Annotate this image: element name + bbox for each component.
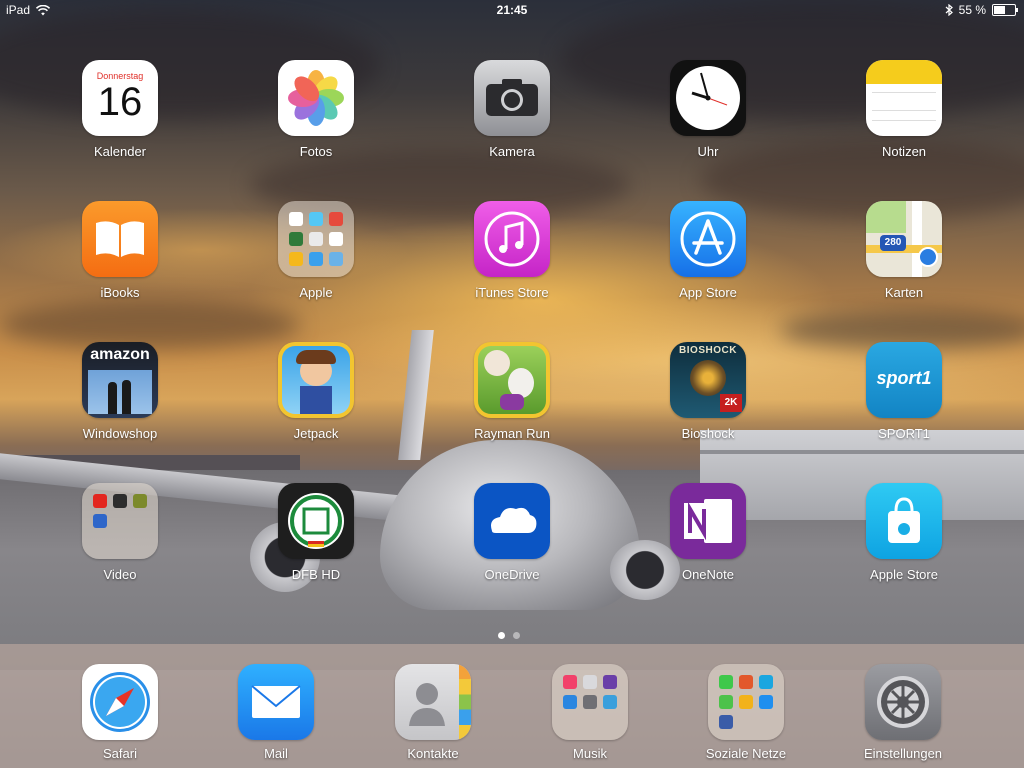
dock: Safari Mail Kontakte Musik Soziale Netze… (0, 644, 1024, 768)
amazon-windowshop-icon: amazon (82, 342, 158, 418)
mail-icon (238, 664, 314, 740)
app-uhr[interactable]: Uhr (648, 60, 768, 159)
bioshock-logo: BIOSHOCK (679, 345, 737, 356)
app-label: Safari (103, 746, 137, 761)
app-label: Apple (299, 285, 333, 300)
app-label: App Store (679, 285, 737, 300)
page-dot-2[interactable] (513, 632, 520, 639)
folder-icon (552, 664, 628, 740)
app-label: Kalender (93, 144, 147, 159)
app-label: SPORT1 (878, 426, 930, 441)
folder-icon (708, 664, 784, 740)
app-label: OneDrive (484, 567, 540, 582)
dock-safari[interactable]: Safari (60, 664, 180, 761)
dock-folder-soziale-netze[interactable]: Soziale Netze (686, 664, 806, 761)
app-bioshock[interactable]: BIOSHOCK 2K Bioshock (648, 342, 768, 441)
battery-percent: 55 % (958, 3, 986, 17)
calendar-day: 16 (97, 80, 143, 124)
app-label: Jetpack (293, 426, 339, 441)
publisher-badge: 2K (720, 394, 742, 412)
app-kamera[interactable]: Kamera (452, 60, 572, 159)
app-kalender[interactable]: Donnerstag 16 Kalender (60, 60, 180, 159)
dock-einstellungen[interactable]: Einstellungen (843, 664, 963, 761)
app-label: Kamera (489, 144, 535, 159)
folder-icon (82, 483, 158, 559)
app-apple-store[interactable]: Apple Store (844, 483, 964, 582)
app-label: Mail (264, 746, 288, 761)
dfb-icon (278, 483, 354, 559)
app-itunes-store[interactable]: iTunes Store (452, 201, 572, 300)
folder-icon (278, 201, 354, 277)
app-label: iTunes Store (475, 285, 549, 300)
photos-icon (278, 60, 354, 136)
dock-folder-musik[interactable]: Musik (530, 664, 650, 761)
clock-icon (670, 60, 746, 136)
app-label: Notizen (881, 144, 927, 159)
app-jetpack[interactable]: Jetpack (256, 342, 376, 441)
app-label: OneNote (681, 567, 735, 582)
dock-kontakte[interactable]: Kontakte (373, 664, 493, 761)
camera-icon (474, 60, 550, 136)
folder-apple[interactable]: Apple (256, 201, 376, 300)
app-label: Fotos (299, 144, 333, 159)
battery-icon (992, 4, 1018, 16)
app-store-icon (670, 201, 746, 277)
rayman-run-icon (474, 342, 550, 418)
app-app-store[interactable]: App Store (648, 201, 768, 300)
maps-icon: 280 (866, 201, 942, 277)
app-label: DFB HD (291, 567, 341, 582)
calendar-icon: Donnerstag 16 (82, 60, 158, 136)
app-label: Soziale Netze (705, 746, 787, 761)
app-notizen[interactable]: Notizen (844, 60, 964, 159)
settings-icon (865, 664, 941, 740)
app-dfb-hd[interactable]: DFB HD (256, 483, 376, 582)
jetpack-icon (278, 342, 354, 418)
app-label: Windowshop (82, 426, 158, 441)
ibooks-icon (82, 201, 158, 277)
sport1-logo: sport1 (876, 368, 932, 388)
app-label: Kontakte (407, 746, 459, 761)
app-label: Musik (573, 746, 607, 761)
app-label: iBooks (100, 285, 140, 300)
amazon-logo: amazon (90, 346, 150, 363)
dock-mail[interactable]: Mail (216, 664, 336, 761)
app-rayman-run[interactable]: Rayman Run (452, 342, 572, 441)
app-onenote[interactable]: OneNote (648, 483, 768, 582)
page-dot-1[interactable] (498, 632, 505, 639)
app-sport1[interactable]: sport1 SPORT1 (844, 342, 964, 441)
app-onedrive[interactable]: OneDrive (452, 483, 572, 582)
app-windowshop[interactable]: amazon Windowshop (60, 342, 180, 441)
app-label: Video (103, 567, 137, 582)
itunes-store-icon (474, 201, 550, 277)
app-fotos[interactable]: Fotos (256, 60, 376, 159)
app-label: Karten (884, 285, 924, 300)
app-label: Bioshock (681, 426, 735, 441)
safari-icon (82, 664, 158, 740)
contacts-icon (395, 664, 471, 740)
sport1-icon: sport1 (866, 342, 942, 418)
app-label: Apple Store (870, 567, 938, 582)
notes-icon (866, 60, 942, 136)
folder-video[interactable]: Video (60, 483, 180, 582)
apple-store-icon (866, 483, 942, 559)
bluetooth-icon (945, 4, 953, 16)
status-bar: iPad 21:45 55 % (0, 0, 1024, 20)
app-label: Uhr (697, 144, 719, 159)
app-label: Einstellungen (863, 746, 943, 761)
app-karten[interactable]: 280 Karten (844, 201, 964, 300)
onedrive-icon (474, 483, 550, 559)
onenote-icon (670, 483, 746, 559)
app-label: Rayman Run (474, 426, 550, 441)
clock-time: 21:45 (496, 3, 528, 17)
bioshock-icon: BIOSHOCK 2K (670, 342, 746, 418)
highway-shield: 280 (880, 235, 906, 251)
app-ibooks[interactable]: iBooks (60, 201, 180, 300)
page-indicator[interactable] (498, 632, 520, 639)
